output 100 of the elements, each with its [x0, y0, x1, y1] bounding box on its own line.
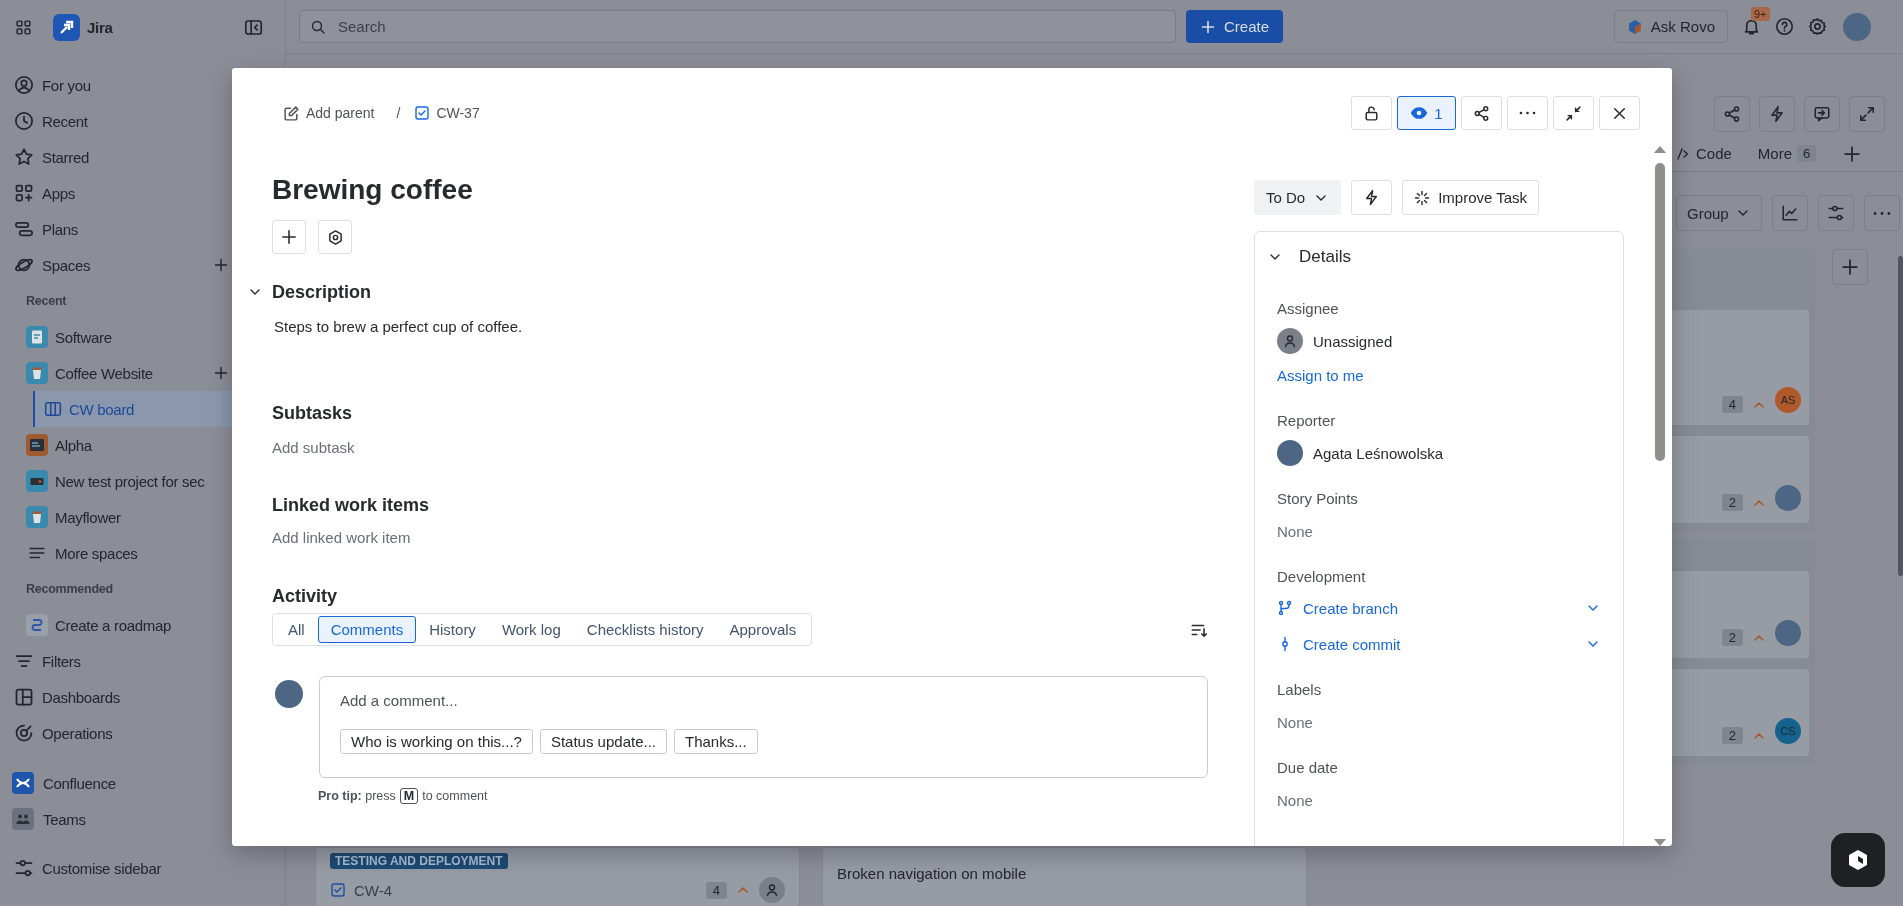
- minimize-button[interactable]: [1553, 96, 1594, 130]
- field-label: Assignee: [1277, 299, 1340, 319]
- sidebar-item[interactable]: Teams: [0, 801, 285, 837]
- hexagon-icon: [326, 228, 344, 246]
- add-column-button[interactable]: [1832, 249, 1868, 285]
- plus-icon: [1842, 143, 1863, 164]
- add-link-link[interactable]: Add linked work item: [272, 527, 411, 549]
- hexagon-icon: [1846, 848, 1870, 872]
- cube-icon: [1626, 18, 1643, 35]
- tab[interactable]: Comments: [317, 616, 417, 643]
- sidebar-item[interactable]: Spaces: [0, 247, 285, 283]
- add-tab-button[interactable]: [1842, 143, 1863, 164]
- search-bar[interactable]: Search: [299, 10, 1176, 43]
- tab[interactable]: Work log: [488, 616, 574, 643]
- clock-icon: [14, 111, 34, 131]
- edit-icon: [283, 104, 300, 122]
- estimate-badge: 2: [1721, 727, 1743, 744]
- sidebar-item[interactable]: Coffee Website: [0, 355, 285, 391]
- epic-tag: TESTING AND DEPLOYMENT: [330, 853, 508, 869]
- development-link[interactable]: Create branch: [1277, 599, 1399, 617]
- share-icon: [1473, 104, 1490, 122]
- more-icon: [1519, 111, 1536, 115]
- sidebar-item[interactable]: Starred: [0, 139, 285, 175]
- person-icon: [764, 882, 780, 898]
- app-logo-icon: [53, 13, 80, 41]
- sidebar-toggle-button[interactable]: [244, 17, 263, 37]
- notifications-button[interactable]: [1742, 17, 1761, 36]
- assistant-launcher-button[interactable]: [1831, 833, 1885, 887]
- issue-key-link[interactable]: CW-37: [414, 105, 480, 121]
- field-value: Unassigned: [1313, 332, 1393, 350]
- add-subtask-link[interactable]: Add subtask: [272, 437, 355, 459]
- cup-icon: [26, 506, 48, 528]
- feedback-button[interactable]: [1804, 96, 1840, 132]
- sidebar-item[interactable]: Customise sidebar: [0, 850, 285, 886]
- cup-icon: [26, 362, 48, 384]
- fullscreen-button[interactable]: [1849, 96, 1885, 132]
- status-dropdown[interactable]: To Do: [1254, 180, 1342, 215]
- keyboard-key: M: [399, 788, 419, 804]
- plans-icon: [14, 219, 34, 239]
- dashboard-icon: [14, 687, 34, 707]
- notepad-icon: [26, 326, 48, 348]
- app-logo-icon: [12, 772, 34, 794]
- add-button[interactable]: [213, 365, 229, 381]
- details-toggle[interactable]: Details: [1267, 246, 1351, 268]
- sidebar-item[interactable]: Operations: [0, 715, 285, 751]
- apps-button[interactable]: [318, 220, 352, 254]
- search-icon: [310, 18, 326, 35]
- plus-icon: [1200, 18, 1216, 35]
- user-icon: [14, 75, 34, 95]
- assign-link[interactable]: Assign to me: [1277, 359, 1364, 391]
- development-link[interactable]: Create commit: [1277, 635, 1401, 653]
- field-value: None: [1277, 522, 1313, 540]
- sidebar-item[interactable]: Dashboards: [0, 679, 285, 715]
- field-label: Due date: [1277, 758, 1339, 778]
- suggestion-chip[interactable]: Thanks...: [674, 729, 758, 754]
- tab[interactable]: Checklists history: [573, 616, 717, 643]
- group-dropdown[interactable]: Group: [1676, 195, 1762, 231]
- expand-icon: [1858, 105, 1876, 123]
- sidebar-item[interactable]: Confluence: [0, 765, 285, 801]
- share-icon: [1723, 105, 1741, 123]
- help-button[interactable]: [1775, 17, 1794, 36]
- improve-button[interactable]: Improve Task: [1402, 180, 1540, 215]
- watch-button[interactable]: 1: [1397, 96, 1456, 130]
- tab[interactable]: More 6: [1757, 135, 1817, 172]
- search-field[interactable]: Search: [336, 17, 1165, 36]
- close-button[interactable]: [1599, 96, 1640, 130]
- board-icon: [44, 400, 62, 418]
- avatar: CS: [1775, 718, 1801, 744]
- view-settings-button[interactable]: [1817, 195, 1854, 231]
- restrictions-button[interactable]: [1351, 96, 1392, 130]
- field-value: Agata Leśnowolska: [1313, 444, 1444, 462]
- card-icon: [26, 470, 48, 492]
- suggestion-chip[interactable]: Who is working on this...?: [340, 729, 533, 754]
- pro-tip-text: to comment: [422, 789, 488, 803]
- settings-button[interactable]: [1808, 17, 1827, 36]
- sidebar-item[interactable]: For you: [0, 67, 285, 103]
- lightning-icon: [1768, 105, 1786, 123]
- sidebar-item[interactable]: Filters: [0, 643, 285, 679]
- create-button[interactable]: Create: [1186, 10, 1284, 43]
- tab[interactable]: Code: [1675, 135, 1732, 172]
- card-title: Broken navigation on mobile: [837, 865, 1028, 882]
- plus-icon: [1840, 257, 1860, 277]
- field-label: Story Points: [1277, 489, 1359, 509]
- tab[interactable]: Approvals: [716, 616, 810, 643]
- section-heading: Recent: [26, 293, 67, 310]
- sidebar-toggle-icon: [244, 17, 263, 37]
- avatar: [275, 680, 303, 708]
- bell-icon: [1742, 17, 1761, 36]
- star-icon: [14, 147, 34, 167]
- add-parent-button[interactable]: Add parent: [283, 104, 375, 122]
- pro-tip-text: Pro tip: press: [318, 789, 396, 803]
- assistant-button[interactable]: Ask Rovo: [1613, 10, 1728, 43]
- code-icon: [1675, 145, 1691, 162]
- add-button[interactable]: [213, 257, 229, 273]
- suggestion-chip[interactable]: Status update...: [539, 729, 667, 754]
- sidebar-item[interactable]: Recent: [0, 103, 285, 139]
- person-icon: [1282, 333, 1298, 349]
- insights-button[interactable]: [1771, 195, 1808, 231]
- sidebar-item[interactable]: Plans: [0, 211, 285, 247]
- tab[interactable]: History: [416, 616, 489, 643]
